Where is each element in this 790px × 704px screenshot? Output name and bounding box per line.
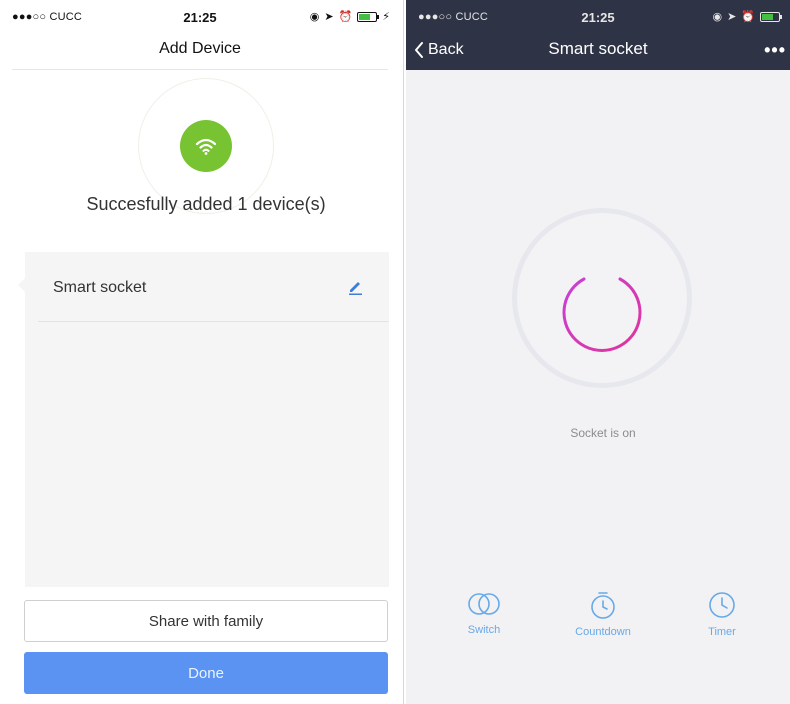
battery-icon [760, 11, 782, 22]
smart-socket-screen: ●●●○○ CUCC 21:25 ◉ ➤ ⏰ Back Smart socket… [406, 0, 790, 704]
share-with-family-button[interactable]: Share with family [24, 600, 388, 642]
location-arrow-icon: ➤ [324, 11, 334, 23]
add-device-screen: ●●●○○ CUCC 21:25 ◉ ➤ ⏰ ⚡ Add Device Succ… [0, 0, 400, 704]
navigation-bar: ●●●○○ CUCC 21:25 ◉ ➤ ⏰ Back Smart socket… [406, 0, 790, 70]
device-name: Smart socket [53, 279, 147, 296]
list-pointer [18, 278, 25, 292]
more-options-button[interactable]: ••• [764, 40, 786, 61]
control-label: Timer [708, 626, 736, 638]
location-lock-icon: ◉ [309, 11, 320, 23]
device-list: Smart socket [18, 252, 389, 587]
countdown-control[interactable]: Countdown [558, 590, 648, 638]
location-arrow-icon: ➤ [727, 11, 737, 23]
switch-icon [468, 593, 500, 615]
wifi-icon [195, 138, 217, 155]
control-label: Switch [467, 624, 501, 636]
timer-icon [709, 592, 735, 618]
alarm-icon: ⏰ [338, 11, 353, 23]
battery-icon [357, 11, 380, 22]
success-message: Succesfully added 1 device(s) [86, 194, 326, 214]
location-lock-icon: ◉ [712, 11, 723, 23]
status-bar: ●●●○○ CUCC 21:25 ◉ ➤ ⏰ ⚡ [0, 0, 400, 34]
countdown-icon [591, 592, 615, 619]
status-bar: ●●●○○ CUCC 21:25 ◉ ➤ ⏰ [406, 0, 790, 34]
power-icon[interactable] [554, 257, 650, 353]
edit-icon[interactable] [347, 279, 363, 295]
header-divider [12, 69, 388, 70]
page-title: Add Device [159, 40, 241, 57]
control-label: Countdown [575, 626, 631, 638]
status-icons: ◉ ➤ ⏰ [712, 10, 782, 23]
charging-icon: ⚡ [382, 11, 390, 23]
wifi-badge [180, 120, 232, 172]
alarm-icon: ⏰ [741, 11, 755, 23]
page-title: Smart socket [548, 39, 648, 58]
status-icons: ◉ ➤ ⏰ ⚡ [310, 10, 390, 23]
timer-control[interactable]: Timer [677, 590, 767, 638]
list-item[interactable]: Smart socket [38, 252, 389, 322]
done-button[interactable]: Done [24, 652, 388, 694]
switch-control[interactable]: Switch [439, 590, 529, 636]
socket-status-text: Socket is on [570, 426, 636, 440]
